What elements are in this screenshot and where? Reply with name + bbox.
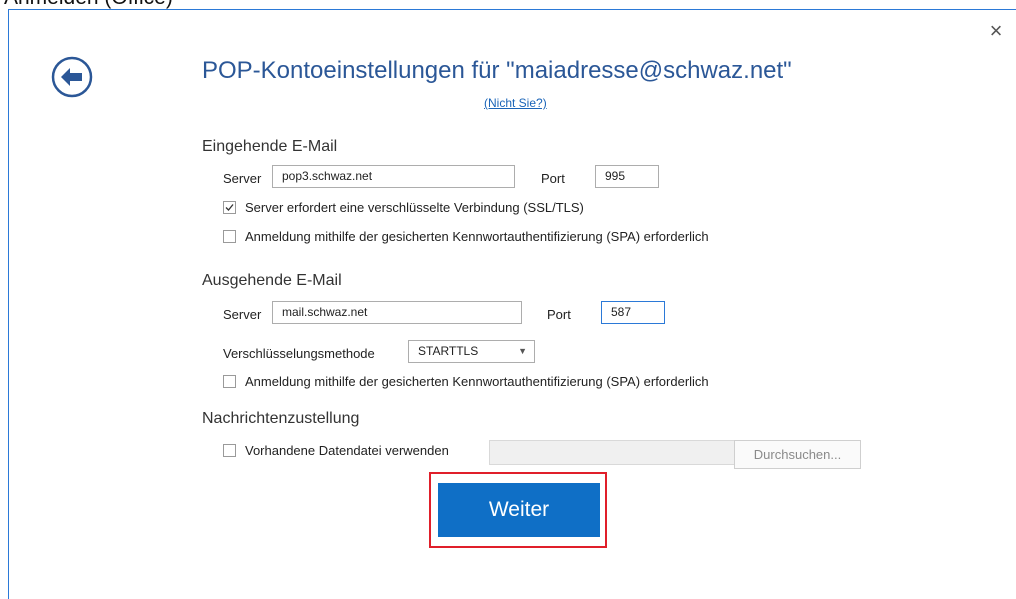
incoming-spa-checkbox-label: Anmeldung mithilfe der gesicherten Kennw… [245, 229, 709, 244]
ssl-checkbox-label: Server erfordert eine verschlüsselte Ver… [245, 200, 584, 215]
back-arrow-circle-icon [51, 56, 93, 98]
next-button[interactable]: Weiter [438, 483, 600, 537]
incoming-server-label: Server [223, 171, 262, 186]
encryption-method-label: Verschlüsselungsmethode [223, 346, 375, 361]
outgoing-spa-checkbox[interactable] [223, 375, 236, 388]
existing-data-file-checkbox[interactable] [223, 444, 236, 457]
outgoing-mail-heading: Ausgehende E-Mail [202, 272, 342, 289]
incoming-port-label: Port [541, 171, 565, 186]
outgoing-server-input[interactable]: mail.schwaz.net [272, 301, 522, 324]
incoming-server-input[interactable]: pop3.schwaz.net [272, 165, 515, 188]
existing-data-file-label: Vorhandene Datendatei verwenden [245, 443, 449, 458]
checkmark-icon [225, 204, 234, 211]
background-window-strip: Anmelden (Office) [0, 0, 1016, 9]
dialog-title: POP-Kontoeinstellungen für "maiadresse@s… [202, 57, 792, 84]
ssl-checkbox[interactable] [223, 201, 236, 214]
encryption-method-value: STARTTLS [418, 344, 479, 358]
background-window-title: Anmelden (Office) [4, 0, 173, 9]
browse-button: Durchsuchen... [734, 440, 861, 469]
message-delivery-heading: Nachrichtenzustellung [202, 410, 360, 427]
data-file-path-input [489, 440, 735, 465]
chevron-down-icon: ▼ [518, 346, 527, 356]
back-button[interactable] [51, 56, 93, 98]
outgoing-port-input[interactable]: 587 [601, 301, 665, 324]
incoming-port-input[interactable]: 995 [595, 165, 659, 188]
outgoing-server-label: Server [223, 307, 262, 322]
outgoing-port-label: Port [547, 307, 571, 322]
close-icon[interactable]: × [986, 20, 1006, 42]
outgoing-spa-checkbox-label: Anmeldung mithilfe der gesicherten Kennw… [245, 374, 709, 389]
account-settings-dialog: × POP-Kontoeinstellungen für "maiadresse… [8, 9, 1016, 599]
encryption-method-select[interactable]: STARTTLS ▼ [408, 340, 535, 363]
not-you-link[interactable]: (Nicht Sie?) [484, 96, 547, 110]
incoming-mail-heading: Eingehende E-Mail [202, 138, 338, 155]
incoming-spa-checkbox[interactable] [223, 230, 236, 243]
